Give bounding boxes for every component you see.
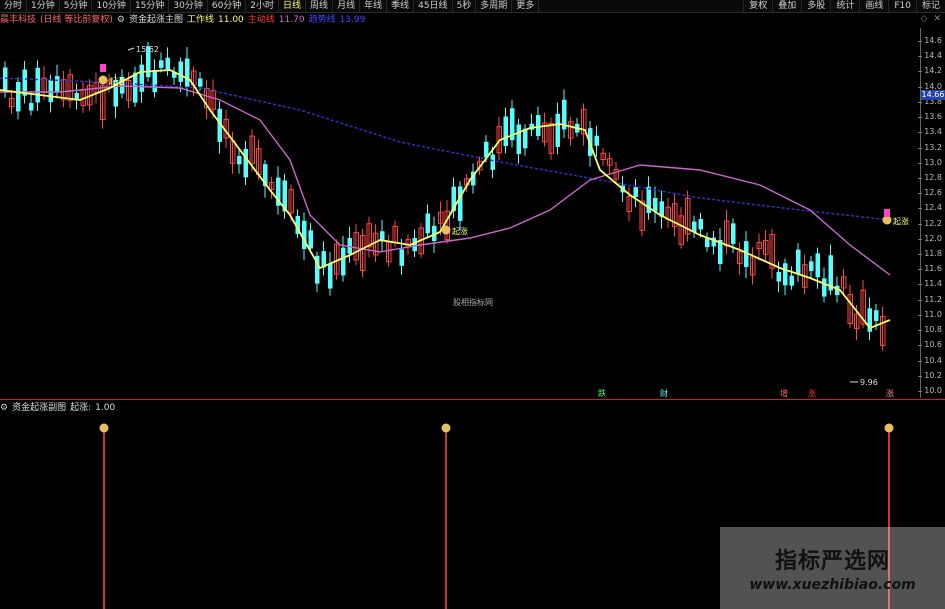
money-bag-icon (441, 225, 451, 235)
price-tick: 11.6 (918, 264, 942, 274)
candle-down (237, 156, 242, 165)
candle-down (731, 223, 736, 244)
price-tick: 14.2 (918, 66, 942, 76)
bottom-signal-label: 跌 (598, 388, 606, 398)
gear-icon[interactable]: ⚙ (0, 402, 8, 414)
price-tick: 13.0 (918, 157, 942, 167)
candle-down (425, 213, 430, 234)
candle-down (594, 135, 599, 146)
watermark-title: 指标严选网 (774, 549, 890, 574)
signal-marker (884, 209, 890, 217)
candle-down (555, 113, 560, 147)
price-axis: 14.6 14.4 14.2 14.0 13.8 13.6 13.4 13.2 13.0 12.8… (918, 28, 945, 398)
price-tick: 11.2 (918, 294, 942, 304)
candle-down (705, 237, 710, 248)
price-tick: 12.2 (918, 218, 942, 228)
candle-down (874, 310, 879, 321)
candle-down (159, 60, 164, 68)
bottom-signal-label: 财 (660, 388, 668, 398)
bottom-signal-label: 涨 (886, 388, 894, 398)
candle-down (55, 76, 60, 93)
candle-down (503, 116, 508, 146)
candle-down (139, 64, 144, 92)
site-watermark: 指标严选网 www.xuezhibiao.com (720, 527, 945, 609)
pane-divider[interactable] (0, 399, 945, 400)
price-tick: 12.8 (918, 172, 942, 182)
high-label: 15.62 (136, 45, 159, 54)
price-tick: 13.6 (918, 112, 942, 122)
candle-down (653, 197, 658, 212)
price-tick: 14.4 (918, 51, 942, 61)
candle-down (152, 70, 157, 93)
candle-down (776, 271, 781, 282)
candle-down (822, 278, 827, 297)
candle-down (633, 187, 638, 198)
money-bag-icon (98, 75, 108, 85)
candle-down (490, 154, 495, 170)
candle-down (815, 253, 820, 278)
candle-down (328, 263, 333, 289)
price-tick: 11.4 (918, 279, 942, 289)
bottom-signal-label: 涨 (808, 388, 816, 398)
candle-down (133, 72, 138, 103)
sub-indicator-name[interactable]: 资金起涨副图 (12, 402, 66, 414)
price-tick: 11.8 (918, 249, 942, 259)
candle-down (698, 219, 703, 230)
signal-value: 1.00 (95, 403, 116, 413)
chart-watermark: 股相指标网 (453, 297, 493, 307)
candle-down (16, 82, 21, 112)
candle-down (178, 61, 183, 82)
price-tick: 14.6 (918, 36, 942, 45)
candle-down (796, 249, 801, 275)
candle-down (458, 186, 463, 221)
candle-down (243, 148, 248, 178)
candle-down (198, 78, 203, 87)
kline-chart: 15.629.96起涨起涨起涨股相指标网跌财增涨涨 (0, 41, 909, 609)
low-label: 9.96 (860, 378, 878, 387)
candle-down (809, 261, 814, 272)
money-bag-icon (884, 423, 894, 433)
price-tick: 10.2 (918, 370, 942, 380)
candle-down (185, 58, 190, 87)
sub-chart-info: ⚙ 资金起涨副图 起涨: 1.00 (0, 402, 115, 414)
price-tick: 10.0 (918, 386, 942, 395)
price-tick: 13.4 (918, 127, 942, 137)
candle-down (399, 249, 404, 266)
money-bag-icon (441, 423, 451, 433)
price-tick: 10.4 (918, 355, 942, 365)
candle-down (789, 275, 794, 286)
qizhang-label: 起涨 (452, 226, 468, 236)
price-tick: 12.0 (918, 233, 942, 243)
price-tick: 10.8 (918, 325, 942, 335)
candle-down (29, 103, 34, 111)
candle-down (536, 115, 541, 136)
price-tick: 12.4 (918, 203, 942, 213)
price-tick: 12.6 (918, 188, 942, 198)
candle-down (308, 230, 313, 249)
candle-down (523, 128, 528, 149)
bottom-signal-label: 增 (780, 388, 788, 398)
qizhang-label: 起涨 (893, 216, 909, 226)
candle-down (165, 57, 170, 71)
candle-down (48, 79, 53, 103)
watermark-url: www.xuezhibiao.com (749, 577, 916, 593)
signal-label: 起涨: (70, 403, 92, 413)
candle-down (341, 247, 346, 276)
price-tick: 11.0 (918, 309, 942, 319)
candle-down (516, 124, 521, 154)
price-tick: 13.2 (918, 142, 942, 152)
qizhang-label: 起涨 (109, 76, 125, 86)
price-tick: 10.6 (918, 340, 942, 350)
current-price-box: 14.66 (921, 90, 945, 100)
signal-marker (100, 64, 106, 72)
work-line (0, 69, 891, 330)
high-pointer (127, 47, 135, 51)
candle-down (35, 67, 40, 103)
money-bag-icon (99, 423, 109, 433)
candle-down (783, 263, 788, 286)
